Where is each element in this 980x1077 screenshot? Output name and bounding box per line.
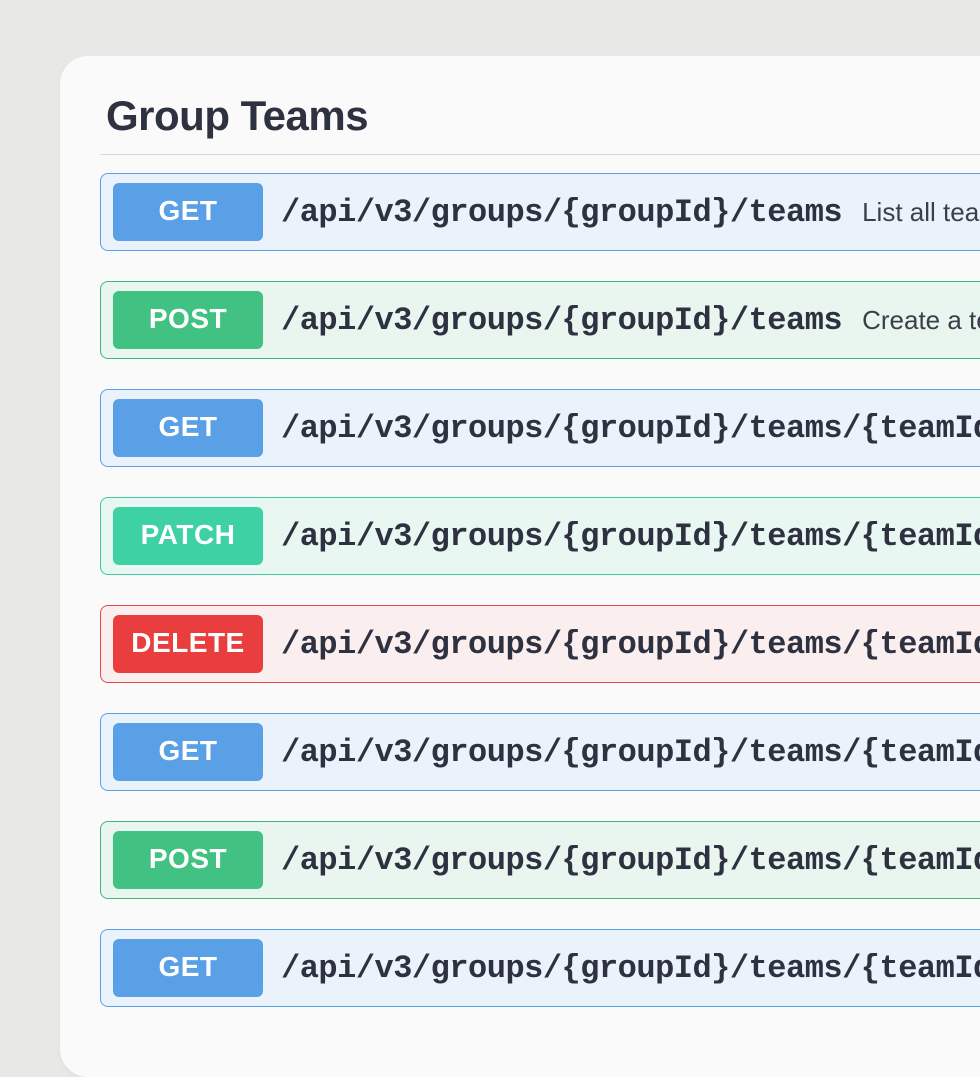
operation-row[interactable]: GET/api/v3/groups/{groupId}/teams List al… xyxy=(100,173,980,251)
operation-row[interactable]: DELETE/api/v3/groups/{groupId}/teams/{te… xyxy=(100,605,980,683)
method-badge: GET xyxy=(113,723,263,781)
operation-path: /api/v3/groups/{groupId}/teams xyxy=(281,302,842,339)
operation-path: /api/v3/groups/{groupId}/teams/{teamId} xyxy=(281,410,980,447)
operation-row[interactable]: GET/api/v3/groups/{groupId}/teams/{teamI… xyxy=(100,929,980,1007)
method-badge: GET xyxy=(113,939,263,997)
method-badge: GET xyxy=(113,183,263,241)
operation-path: /api/v3/groups/{groupId}/teams xyxy=(281,194,842,231)
operation-row[interactable]: POST/api/v3/groups/{groupId}/teams Create… xyxy=(100,281,980,359)
method-badge: POST xyxy=(113,831,263,889)
operation-path: /api/v3/groups/{groupId}/teams/{teamId} xyxy=(281,842,980,879)
method-badge: DELETE xyxy=(113,615,263,673)
api-section-card: Group Teams GET/api/v3/groups/{groupId}/… xyxy=(60,56,980,1077)
operation-row[interactable]: GET/api/v3/groups/{groupId}/teams/{teamI… xyxy=(100,713,980,791)
operation-path: /api/v3/groups/{groupId}/teams/{teamId} xyxy=(281,518,980,555)
operation-path: /api/v3/groups/{groupId}/teams/{teamId} xyxy=(281,734,980,771)
method-badge: GET xyxy=(113,399,263,457)
operation-summary: Create a team xyxy=(862,305,980,336)
operation-summary: List all teams xyxy=(862,197,980,228)
operation-row[interactable]: POST/api/v3/groups/{groupId}/teams/{team… xyxy=(100,821,980,899)
operation-path: /api/v3/groups/{groupId}/teams/{teamId} xyxy=(281,950,980,987)
method-badge: POST xyxy=(113,291,263,349)
section-title: Group Teams xyxy=(106,92,980,140)
section-divider xyxy=(100,154,980,155)
operations-list: GET/api/v3/groups/{groupId}/teams List al… xyxy=(100,173,980,1007)
operation-row[interactable]: PATCH/api/v3/groups/{groupId}/teams/{tea… xyxy=(100,497,980,575)
method-badge: PATCH xyxy=(113,507,263,565)
operation-path: /api/v3/groups/{groupId}/teams/{teamId} xyxy=(281,626,980,663)
operation-row[interactable]: GET/api/v3/groups/{groupId}/teams/{teamI… xyxy=(100,389,980,467)
